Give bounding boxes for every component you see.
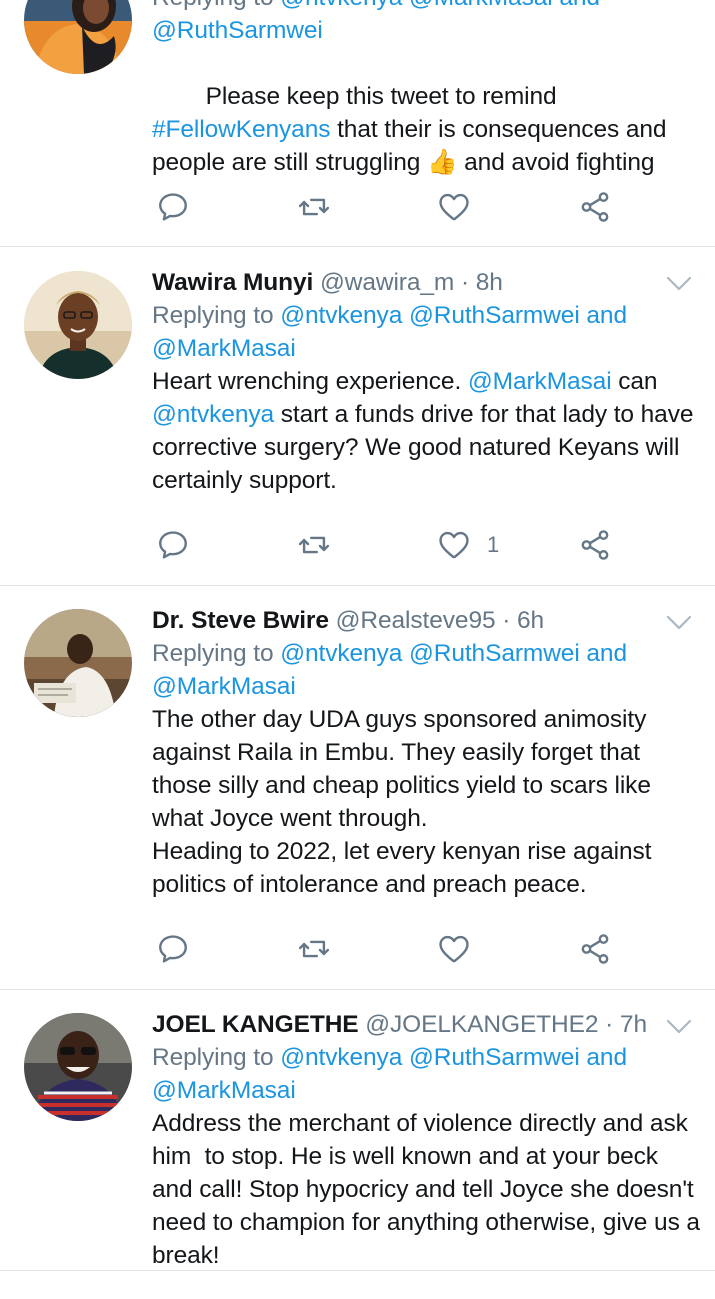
retweet-icon [297, 190, 331, 224]
tweet-text-segment: Heart wrenching experience. [152, 368, 468, 395]
tweet-header: Wawira Munyi @wawira_m · 8h [152, 266, 702, 299]
user-name[interactable]: Dr. Steve Bwire [152, 607, 329, 634]
mention-link[interactable]: @ntvkenya [280, 0, 402, 11]
heart-icon [437, 932, 471, 966]
retweet-icon [297, 932, 331, 966]
tweet-item[interactable]: Wawira Munyi @wawira_m · 8h Replying to … [0, 247, 715, 585]
reply-and: and [586, 640, 627, 667]
mention-link[interactable]: @RuthSarmwei [409, 302, 580, 329]
reply-icon [156, 528, 190, 562]
retweet-button[interactable] [297, 931, 331, 967]
reply-context: Replying to @ntvkenya @MarkMasai and [152, 0, 702, 14]
like-count: 1 [487, 532, 500, 557]
replying-to-label: Replying to [152, 1044, 274, 1071]
avatar[interactable] [24, 0, 132, 74]
tweet-actions [152, 189, 622, 225]
tweet-text: Please keep this tweet to remind #Fellow… [152, 47, 702, 212]
mention-link[interactable]: @MarkMasai [152, 1077, 296, 1104]
mention-link[interactable]: @RuthSarmwei [152, 17, 323, 44]
user-name[interactable]: JOEL KANGETHE [152, 1011, 359, 1038]
mention-link[interactable]: @ntvkenya [280, 302, 402, 329]
like-button[interactable]: 1 [437, 527, 499, 563]
reply-context: Replying to @ntvkenya @RuthSarmwei and @… [152, 299, 702, 365]
reply-and: and [586, 1044, 627, 1071]
reply-context: Replying to @ntvkenya @RuthSarmwei and @… [152, 1041, 702, 1107]
mention-link[interactable]: @MarkMasai [152, 335, 296, 362]
retweet-button[interactable] [297, 189, 331, 225]
user-handle[interactable]: @JOELKANGETHE2 [365, 1011, 598, 1038]
avatar[interactable] [24, 271, 132, 379]
mention-link[interactable]: @MarkMasai [409, 0, 553, 11]
reply-icon [156, 190, 190, 224]
replying-to-label: Replying to [152, 0, 280, 11]
hashtag-link[interactable]: #FellowKenyans [152, 116, 330, 143]
separator-dot: · [460, 269, 469, 296]
share-icon [578, 528, 612, 562]
separator-dot: · [502, 607, 511, 634]
like-button[interactable] [437, 189, 487, 225]
tweet-time[interactable]: 7h [620, 1011, 647, 1038]
tweet-item[interactable]: Replying to @ntvkenya @MarkMasai and @Ru… [0, 0, 715, 246]
mention-link[interactable]: @MarkMasai [152, 673, 296, 700]
share-icon [578, 190, 612, 224]
bottom-edge [0, 1270, 715, 1299]
share-button[interactable] [578, 189, 612, 225]
tweet-text: The other day UDA guys sponsored animosi… [152, 706, 652, 898]
tweet-actions: 1 [152, 527, 622, 563]
tweet-text-segment: can [611, 368, 665, 395]
retweet-button[interactable] [297, 527, 331, 563]
user-handle[interactable]: @wawira_m [320, 269, 454, 296]
tweet-time[interactable]: 6h [517, 607, 544, 634]
reply-icon [156, 932, 190, 966]
user-handle[interactable]: @Realsteve95 [336, 607, 496, 634]
mention-link[interactable]: @ntvkenya [152, 401, 274, 428]
tweet-text-segment: Please keep this tweet to remind [205, 83, 564, 110]
tweet-feed: Replying to @ntvkenya @MarkMasai and @Ru… [0, 0, 715, 1270]
tweet-item[interactable]: Dr. Steve Bwire @Realsteve95 · 6h Replyi… [0, 586, 715, 989]
tweet-time[interactable]: 8h [476, 269, 503, 296]
reply-button[interactable] [156, 527, 190, 563]
mention-link[interactable]: @ntvkenya [280, 1044, 402, 1071]
mention-link[interactable]: @MarkMasai [468, 368, 612, 395]
mention-link[interactable]: @ntvkenya [280, 640, 402, 667]
share-button[interactable] [578, 527, 612, 563]
replying-to-label: Replying to [152, 302, 274, 329]
heart-icon [437, 190, 471, 224]
reply-and: and [559, 0, 600, 11]
tweet-header: JOEL KANGETHE @JOELKANGETHE2 · 7h [152, 1008, 702, 1041]
separator-dot: · [605, 1011, 614, 1038]
reply-context: Replying to @ntvkenya @RuthSarmwei and @… [152, 637, 702, 703]
reply-context-cont: @RuthSarmwei [152, 14, 702, 47]
tweet-header: Dr. Steve Bwire @Realsteve95 · 6h [152, 604, 702, 637]
reply-button[interactable] [156, 931, 190, 967]
heart-icon [437, 528, 471, 562]
share-button[interactable] [578, 931, 612, 967]
tweet-item[interactable]: JOEL KANGETHE @JOELKANGETHE2 · 7h Replyi… [0, 990, 715, 1270]
retweet-icon [297, 528, 331, 562]
tweet-text-segment: and avoid fighting [457, 149, 655, 176]
reply-button[interactable] [156, 189, 190, 225]
user-name[interactable]: Wawira Munyi [152, 269, 313, 296]
tweet-text: Heart wrenching experience. @MarkMasai c… [152, 365, 702, 497]
mention-link[interactable]: @RuthSarmwei [409, 640, 580, 667]
avatar[interactable] [24, 1013, 132, 1121]
mention-link[interactable]: @RuthSarmwei [409, 1044, 580, 1071]
tweet-text: Address the merchant of violence directl… [152, 1110, 707, 1269]
reply-and: and [586, 302, 627, 329]
replying-to-label: Replying to [152, 640, 274, 667]
share-icon [578, 932, 612, 966]
tweet-actions [152, 931, 622, 967]
avatar[interactable] [24, 609, 132, 717]
like-button[interactable] [437, 931, 487, 967]
thumbs-up-emoji: 👍 [427, 149, 458, 176]
